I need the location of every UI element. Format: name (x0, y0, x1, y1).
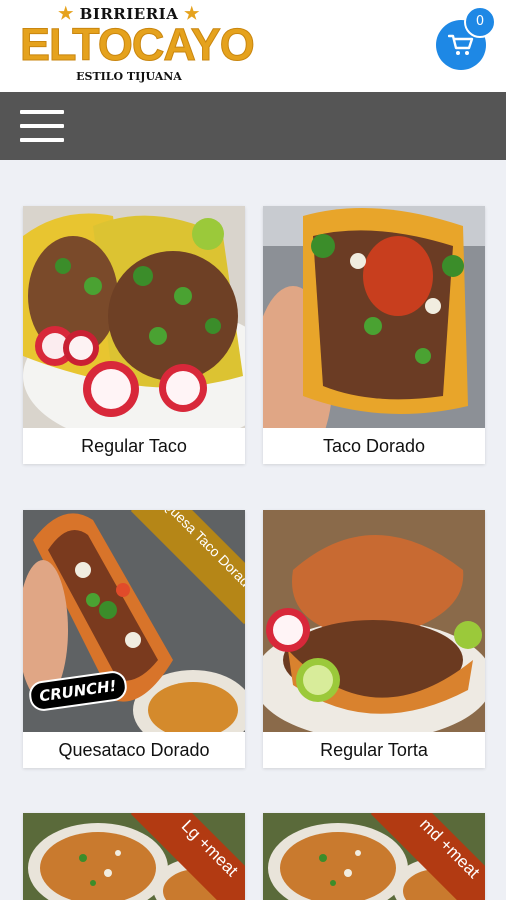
app-header: ★ BIRRIERIA ★ ELTOCAYO ESTILO TIJUANA 0 (0, 0, 506, 92)
logo-sub-text: ESTILO TIJUANA (76, 70, 182, 83)
taco-dorado-photo (263, 206, 485, 428)
menu-card-consome-md[interactable]: md +meat (263, 813, 485, 900)
cart-count-badge: 0 (464, 6, 496, 38)
regular-torta-photo (263, 510, 485, 732)
consome-lg-photo: Lg +meat (23, 813, 245, 900)
cart-icon (448, 34, 474, 55)
quesataco-dorado-photo: CRUNCH! Quesa Taco Dorado (23, 510, 245, 732)
menu-card-regular-torta[interactable]: Regular Torta (263, 510, 485, 768)
hamburger-line (20, 138, 64, 142)
logo-main-text: ELTOCAYO (20, 19, 256, 70)
hamburger-line (20, 110, 64, 114)
menu-card-consome-lg[interactable]: Lg +meat (23, 813, 245, 900)
regular-taco-photo (23, 206, 245, 428)
consome-md-photo: md +meat (263, 813, 485, 900)
menu-item-label: Quesataco Dorado (58, 740, 210, 760)
hamburger-line (20, 124, 64, 128)
menu-card-taco-dorado[interactable]: Taco Dorado (263, 206, 485, 464)
menu-item-label: Regular Torta (320, 740, 428, 760)
menu-card-quesataco-dorado[interactable]: CRUNCH! Quesa Taco Dorado Quesataco Dora… (23, 510, 245, 768)
hamburger-icon[interactable] (20, 108, 64, 144)
nav-bar (0, 92, 506, 160)
menu-card-regular-taco[interactable]: Regular Taco (23, 206, 245, 464)
menu-item-label: Regular Taco (81, 436, 187, 456)
menu-item-label: Taco Dorado (322, 436, 426, 456)
brand-logo[interactable]: ★ BIRRIERIA ★ ELTOCAYO ESTILO TIJUANA (20, 4, 256, 86)
